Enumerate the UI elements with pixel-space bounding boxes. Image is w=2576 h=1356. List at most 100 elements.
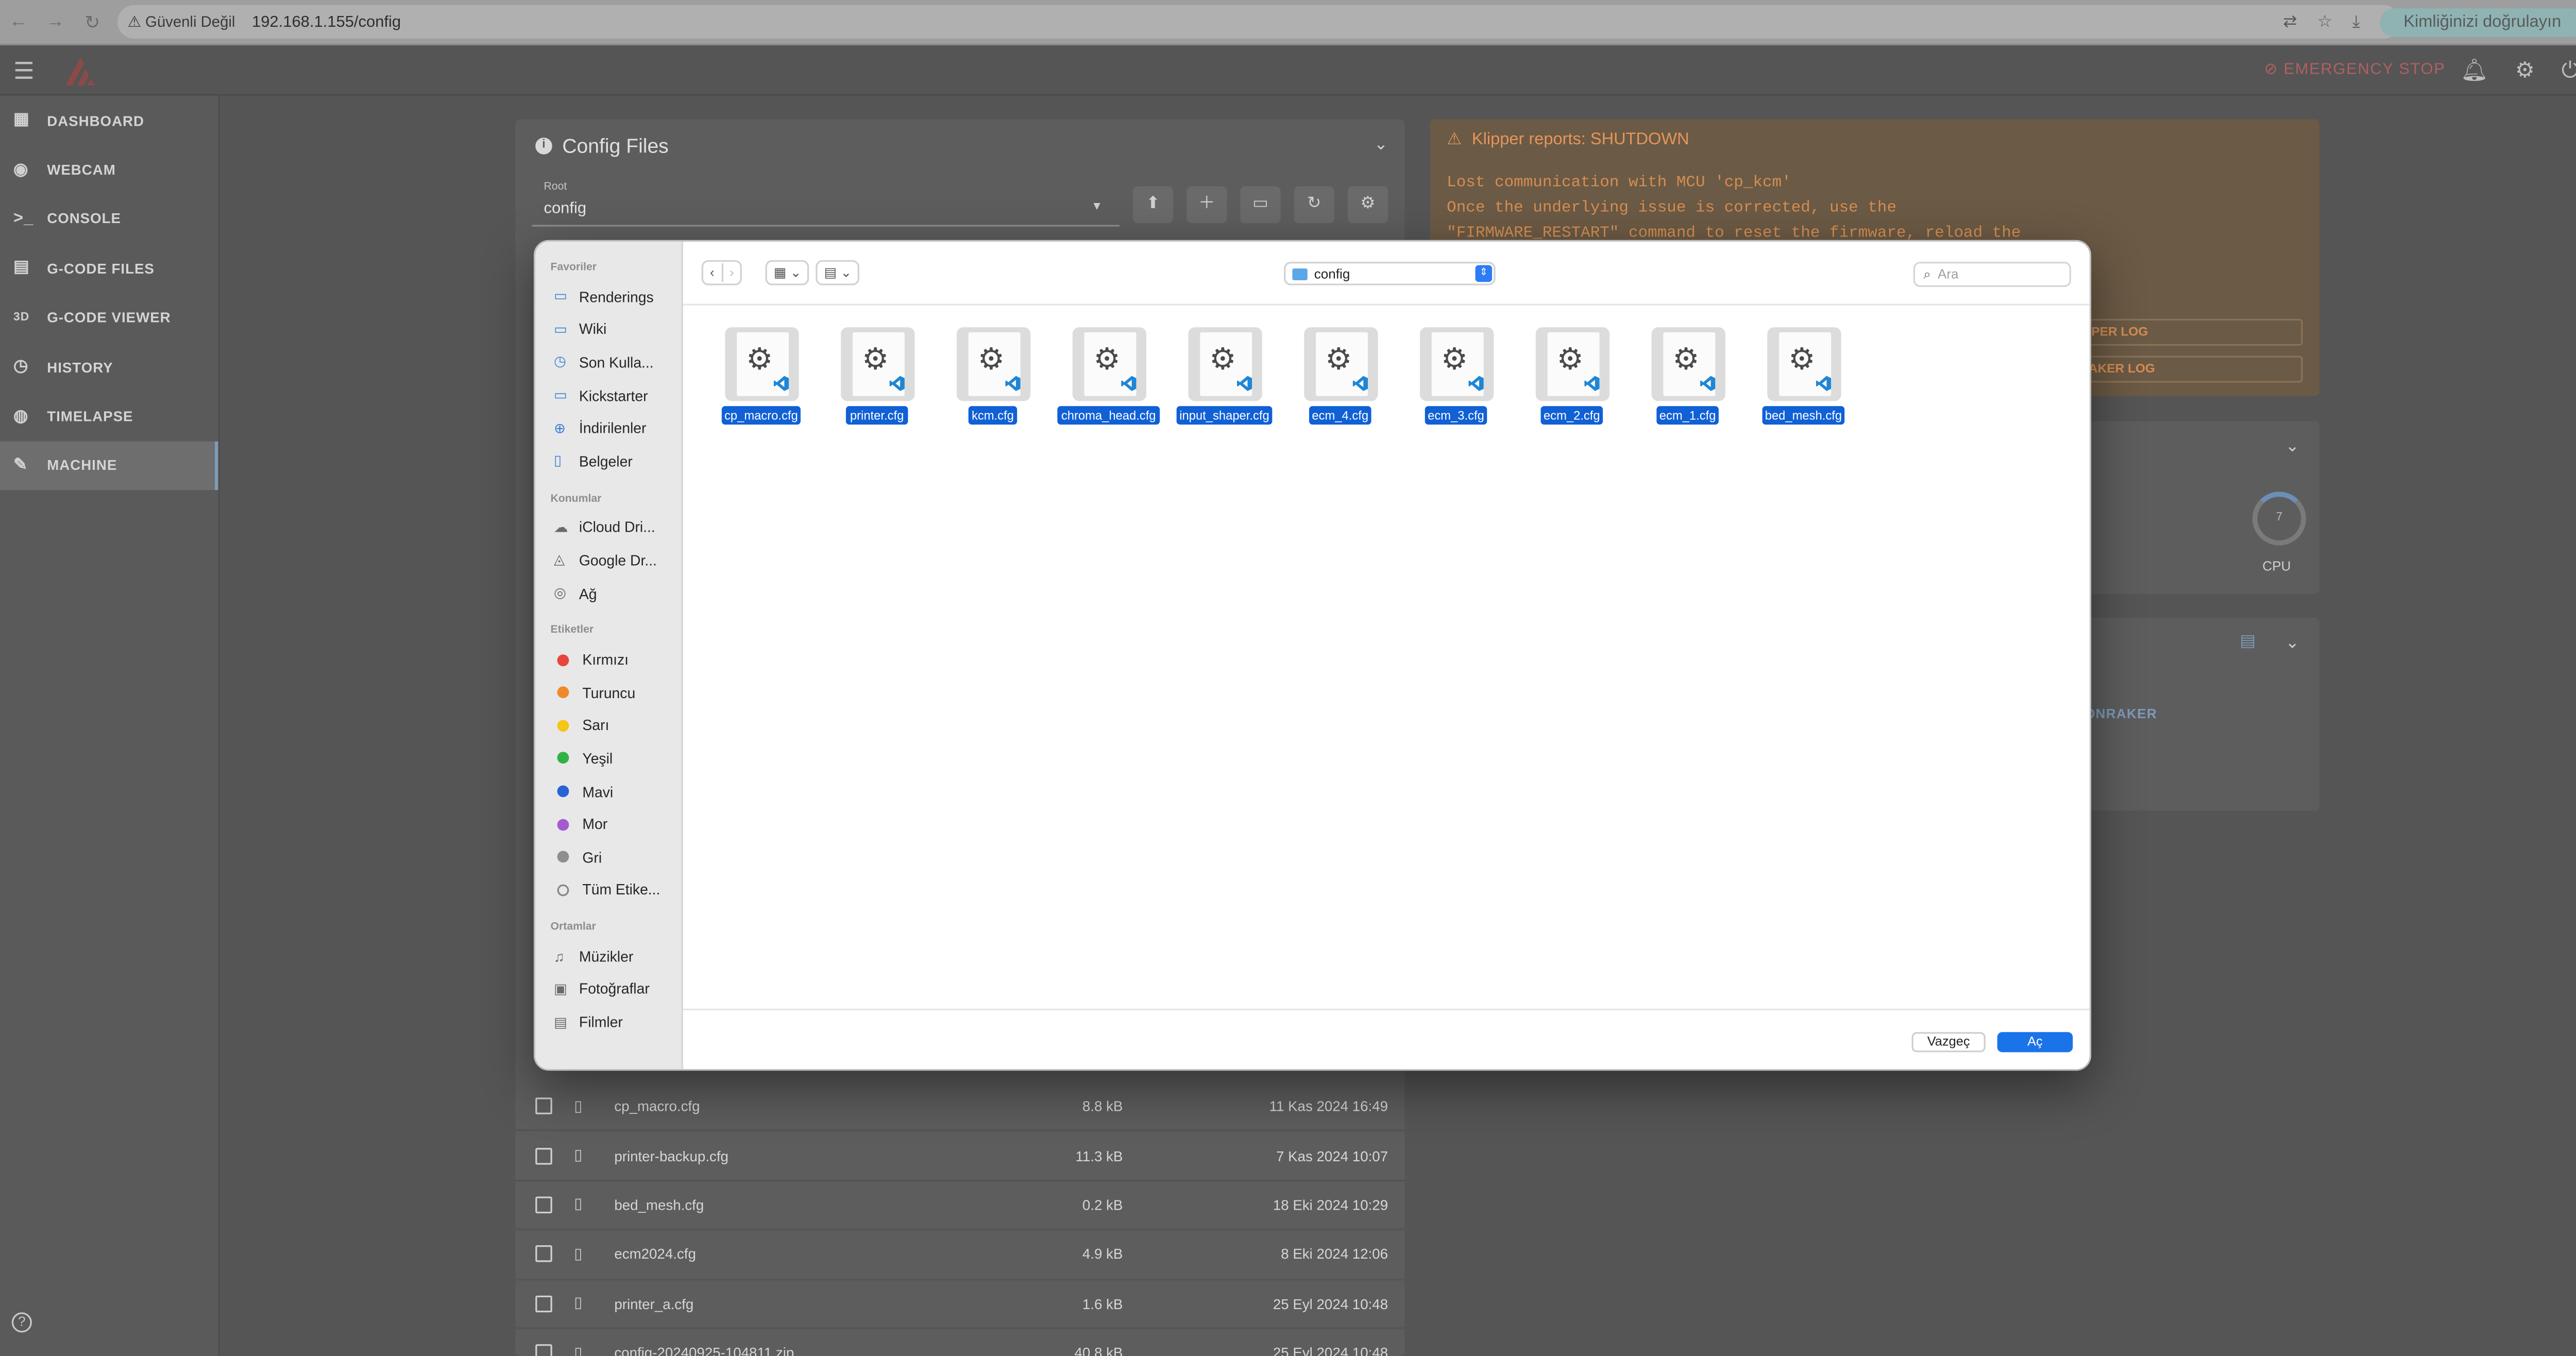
sidebar-item-machine[interactable]: ✎ MACHINE [0, 440, 218, 490]
table-row[interactable]: ▯ ecm2024.cfg 4.9 kB 8 Eki 2024 12:06 [515, 1230, 1405, 1280]
refresh-icon[interactable]: ↻ [1294, 186, 1334, 224]
moonraker-log-button[interactable]: RAKER LOG [2067, 355, 2303, 383]
chevron-down-icon[interactable]: ⌄ [2285, 438, 2299, 456]
klipper-log-button[interactable]: IPPER LOG [2067, 318, 2303, 346]
sidebar-item-dashboard[interactable]: ▦ DASHBOARD [0, 96, 218, 145]
cpu-label: CPU [2262, 558, 2291, 574]
file-item[interactable]: ⚙ kcm.cfg [935, 327, 1051, 425]
sidebar-item[interactable]: Turuncu [535, 676, 681, 709]
film-icon: ▤ [554, 1013, 568, 1030]
sidebar-item-label: Tüm Etike... [582, 882, 660, 899]
file-item[interactable]: ⚙ ecm_3.cfg [1398, 327, 1514, 425]
file-item[interactable]: ⚙ ecm_2.cfg [1514, 327, 1630, 425]
upload-file-icon[interactable]: ⬆ [1132, 186, 1174, 224]
sidebar-item-label: Gri [582, 849, 602, 866]
sidebar-item-timelapse[interactable]: ◍ TIMELAPSE [0, 392, 218, 441]
chevron-down-icon[interactable]: ⌄ [1374, 136, 1388, 155]
row-checkbox[interactable] [535, 1246, 552, 1263]
new-file-icon[interactable]: ＋ [1187, 186, 1227, 224]
file-size: 4.9 kB [1082, 1246, 1123, 1263]
forward-icon[interactable]: › [723, 265, 741, 280]
search-input[interactable]: ⌕ Ara [1913, 262, 2072, 287]
history-icon: ◷ [13, 358, 29, 377]
sidebar-item[interactable]: ◷ Son Kulla... [535, 346, 681, 379]
sidebar-item[interactable]: Mavi [535, 775, 681, 808]
file-item[interactable]: ⚙ cp_macro.cfg [703, 327, 819, 425]
table-row[interactable]: ▯ bed_mesh.cfg 0.2 kB 18 Eki 2024 10:29 [515, 1181, 1405, 1231]
file-item[interactable]: ⚙ printer.cfg [819, 327, 935, 425]
sidebar-item-history[interactable]: ◷ HISTORY [0, 342, 218, 392]
file-item[interactable]: ⚙ bed_mesh.cfg [1745, 327, 1861, 425]
sidebar-item[interactable]: ▯ Belgeler [535, 445, 681, 478]
file-item[interactable]: ⚙ ecm_1.cfg [1630, 327, 1745, 425]
file-size: 8.8 kB [1082, 1097, 1123, 1115]
file-name: bed_mesh.cfg [614, 1196, 704, 1214]
bookmark-star-icon[interactable]: ☆ [2317, 13, 2332, 32]
sidebar-item[interactable]: ◬ Google Dr... [535, 544, 681, 577]
hamburger-menu-icon[interactable]: ☰ [13, 57, 35, 86]
row-checkbox[interactable] [535, 1344, 552, 1356]
sidebar-item[interactable]: Tüm Etike... [535, 873, 681, 906]
settings-icon[interactable]: ⚙ [2515, 57, 2535, 84]
emergency-stop-button[interactable]: ⊘ EMERGENCY STOP [2264, 60, 2446, 79]
power-icon[interactable]: ⏻ [2562, 57, 2576, 84]
sidebar-item-g-code-files[interactable]: ▤ G-CODE FILES [0, 244, 218, 293]
help-icon[interactable]: ? [11, 1312, 32, 1333]
config-file-icon: ⚙ [1303, 327, 1377, 401]
table-row[interactable]: ▯ printer-backup.cfg 11.3 kB 7 Kas 2024 … [515, 1132, 1405, 1181]
bell-icon[interactable]: 🔔︎ [2461, 57, 2488, 84]
url-text[interactable]: 192.168.1.155/config [252, 12, 401, 31]
updown-icon: ⇕ [1475, 265, 1493, 282]
sidebar-item[interactable]: ▭ Wiki [535, 313, 681, 346]
sidebar-item[interactable]: Sarı [535, 709, 681, 742]
sidebar-item[interactable]: ▭ Kickstarter [535, 379, 681, 412]
sidebar-item[interactable]: ⊕ İndirilenler [535, 412, 681, 445]
sidebar-item[interactable]: Gri [535, 841, 681, 874]
file-item[interactable]: ⚙ input_shaper.cfg [1166, 327, 1282, 425]
table-row[interactable]: ▯ printer_a.cfg 1.6 kB 25 Eyl 2024 10:48 [515, 1280, 1405, 1329]
translate-icon[interactable]: ⇄ [2283, 13, 2297, 32]
drive-icon: ◬ [554, 551, 565, 568]
sidebar-item[interactable]: ▤ Filmler [535, 1006, 681, 1039]
file-date: 18 Eki 2024 10:29 [1273, 1196, 1388, 1214]
sidebar-item-g-code-viewer[interactable]: 3D G-CODE VIEWER [0, 293, 218, 343]
row-checkbox[interactable] [535, 1097, 552, 1115]
sidebar-item[interactable]: ♫ Müzikler [535, 940, 681, 973]
row-checkbox[interactable] [535, 1196, 552, 1214]
sidebar-item[interactable]: Kırmızı [535, 643, 681, 676]
new-folder-icon[interactable]: ▭ [1240, 186, 1281, 224]
row-checkbox[interactable] [535, 1295, 552, 1312]
table-row[interactable]: ▯ config-20240925-104811.zip 40.8 kB 25 … [515, 1329, 1405, 1356]
forward-icon[interactable]: → [37, 12, 74, 32]
open-button[interactable]: Aç [1997, 1032, 2073, 1053]
download-icon[interactable]: ⤓ [2352, 13, 2360, 32]
cpu-value: 7 [2276, 512, 2283, 524]
sidebar-item[interactable]: Yeşil [535, 742, 681, 775]
security-warning[interactable]: ⚠ Güvenli Değil [128, 12, 235, 31]
sidebar-item-webcam[interactable]: ◉ WEBCAM [0, 145, 218, 194]
profile-chip[interactable]: Kimliğinizi doğrulayın [2380, 8, 2576, 37]
row-checkbox[interactable] [535, 1147, 552, 1164]
address-bar[interactable]: ⚠ Güvenli Değil 192.168.1.155/config [117, 5, 2400, 39]
document-icon[interactable]: ▤ [2240, 633, 2256, 651]
file-item[interactable]: ⚙ ecm_4.cfg [1282, 327, 1398, 425]
chevron-down-icon[interactable]: ⌄ [2285, 634, 2299, 653]
back-icon[interactable]: ← [0, 12, 37, 32]
sidebar-item-console[interactable]: >_ CONSOLE [0, 194, 218, 244]
root-select[interactable]: Root config ▼ [532, 181, 1120, 227]
group-by-button[interactable]: ▤ ⌄ [816, 260, 860, 285]
sidebar-item[interactable]: ▣ Fotoğraflar [535, 973, 681, 1006]
back-icon[interactable]: ‹ [703, 265, 721, 280]
moonraker-label[interactable]: ONRAKER [2084, 706, 2157, 721]
table-row[interactable]: ▯ cp_macro.cfg 8.8 kB 11 Kas 2024 16:49 [515, 1082, 1405, 1132]
settings-icon[interactable]: ⚙ [1347, 186, 1388, 224]
file-item[interactable]: ⚙ chroma_head.cfg [1050, 327, 1166, 425]
reload-icon[interactable]: ↻ [74, 11, 111, 32]
sidebar-item[interactable]: ☁ iCloud Dri... [535, 511, 681, 544]
location-popup[interactable]: config ⇕ [1284, 262, 1496, 285]
view-mode-button[interactable]: ▦ ⌄ [765, 260, 810, 285]
sidebar-item[interactable]: Mor [535, 808, 681, 841]
sidebar-item[interactable]: ▭ Renderings [535, 280, 681, 313]
sidebar-item[interactable]: ◎ Ağ [535, 577, 681, 610]
cancel-button[interactable]: Vazgeç [1911, 1032, 1986, 1053]
